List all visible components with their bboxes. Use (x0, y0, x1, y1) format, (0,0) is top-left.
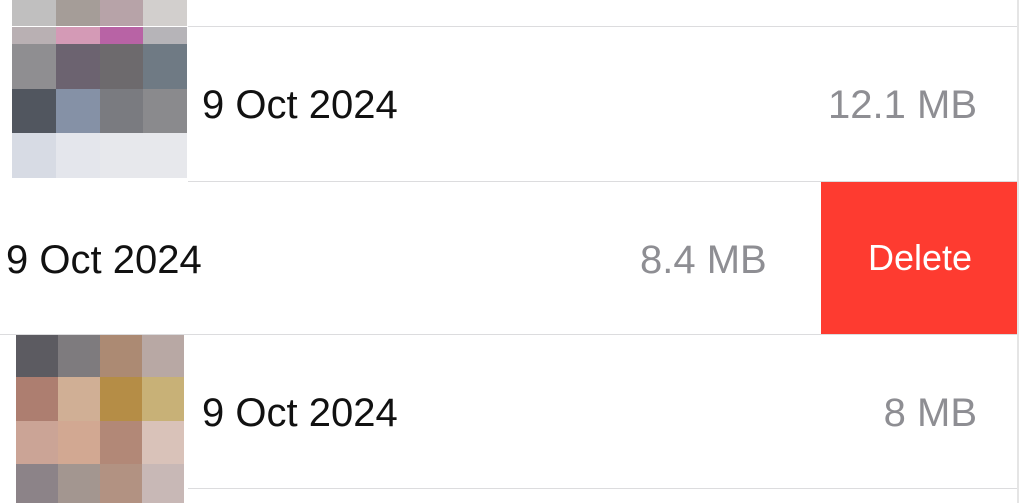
list-item[interactable]: 9 Oct 2024 8 MB (0, 335, 1019, 503)
thumbnail-pixel (12, 88, 56, 134)
file-size: 12.1 MB (828, 83, 977, 127)
thumbnail-pixel (100, 464, 142, 503)
file-date: 9 Oct 2024 (202, 391, 398, 435)
thumbnail-pixel (142, 376, 184, 421)
thumbnail-pixel (58, 464, 100, 503)
thumbnail-pixel (58, 420, 100, 465)
thumbnail-pixel (12, 133, 56, 178)
list-item[interactable]: 9 Oct 2024 12.1 MB (0, 27, 1019, 181)
thumbnail-pixel (143, 0, 187, 26)
thumbnail-pixel (58, 376, 100, 421)
thumbnail-pixel (100, 420, 142, 465)
file-list: 9 Oct 2024 12.1 MB 9 Oct 2024 8.4 MB Del… (0, 0, 1019, 503)
thumbnail-pixel (12, 44, 56, 89)
thumbnail-pixel (16, 464, 58, 503)
thumbnail-pixel (55, 44, 100, 89)
file-size: 8.4 MB (640, 238, 767, 282)
thumbnail-pixel (142, 335, 184, 377)
thumbnail-pixel (16, 420, 58, 465)
thumbnail-pixel (142, 464, 184, 503)
thumbnail-pixel (55, 133, 100, 178)
thumbnail-pixel (16, 376, 58, 421)
thumbnail-image (16, 335, 184, 503)
thumbnail-pixel (55, 27, 100, 45)
thumbnail-pixel (12, 27, 56, 45)
thumbnail-pixel (100, 335, 142, 377)
thumbnail-pixel (16, 335, 58, 377)
thumbnail-pixel (99, 44, 144, 89)
file-size: 8 MB (883, 391, 977, 435)
thumbnail-pixel (143, 27, 187, 45)
thumbnail-pixel (55, 0, 100, 26)
file-date: 9 Oct 2024 (202, 83, 398, 127)
delete-button[interactable]: Delete (821, 182, 1019, 334)
thumbnail-pixel (58, 335, 100, 377)
thumbnail-pixel (142, 420, 184, 465)
row-separator (188, 488, 1019, 489)
thumbnail-pixel (99, 0, 144, 26)
thumbnail-pixel (100, 376, 142, 421)
thumbnail-pixel (12, 0, 56, 26)
thumbnail-image (12, 27, 187, 181)
thumbnail-pixel (143, 133, 187, 178)
thumbnail-pixel (143, 44, 187, 89)
thumbnail-pixel (55, 88, 100, 134)
thumbnail-image (12, 0, 187, 26)
list-item[interactable] (0, 0, 1019, 26)
file-date: 9 Oct 2024 (6, 238, 202, 282)
thumbnail-pixel (99, 88, 144, 134)
thumbnail-pixel (143, 88, 187, 134)
list-item-swiped[interactable]: 9 Oct 2024 8.4 MB Delete (0, 182, 1019, 334)
thumbnail-pixel (99, 133, 144, 178)
thumbnail-pixel (99, 27, 144, 45)
